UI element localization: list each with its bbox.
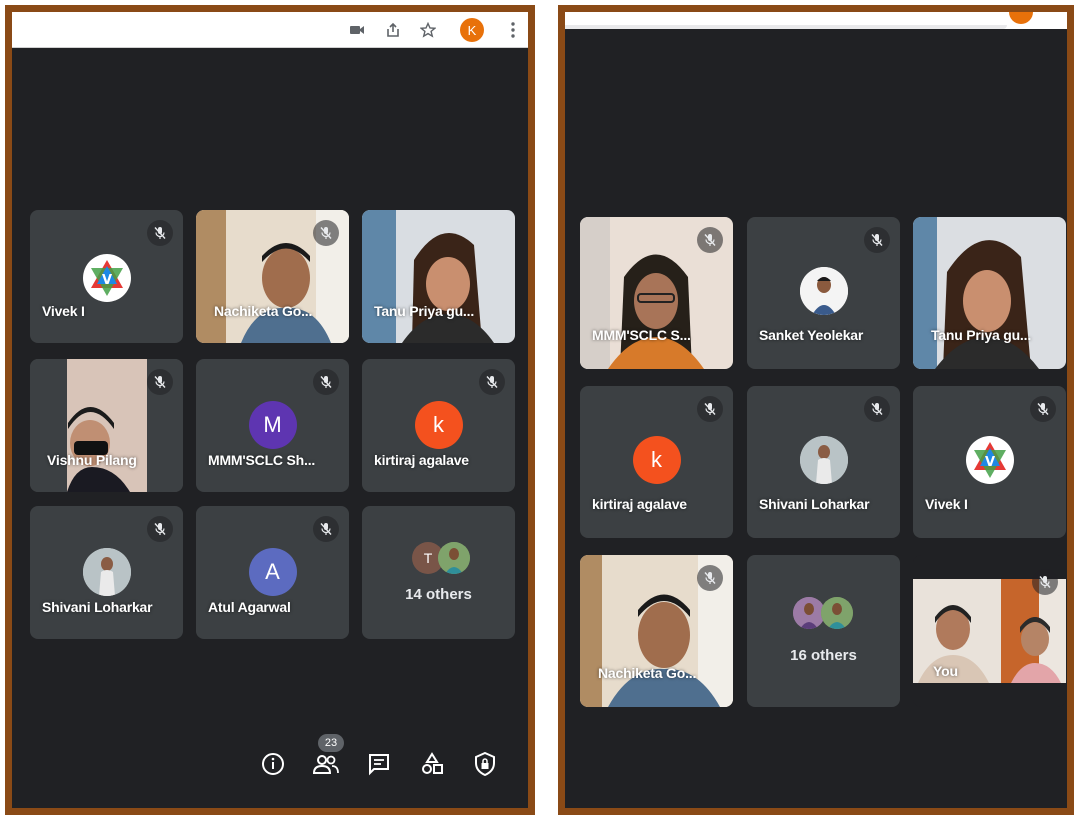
participant-name: Atul Agarwal <box>208 599 291 615</box>
participant-tile[interactable]: Tanu Priya gu... <box>362 210 515 343</box>
mic-off-icon <box>313 516 339 542</box>
mic-off-icon <box>147 369 173 395</box>
mic-off-icon <box>147 220 173 246</box>
avatar: A <box>248 548 297 596</box>
participant-tile[interactable]: k kirtiraj agalave <box>362 359 515 492</box>
others-count: 16 others <box>790 647 857 664</box>
participant-name: MMM'SCLC Sh... <box>208 452 316 468</box>
participant-tile[interactable]: Nachiketa Go... <box>580 555 733 707</box>
participant-name: Vishnu Pilang <box>47 452 137 468</box>
bookmark-star-icon[interactable] <box>418 20 438 40</box>
browser-toolbar <box>565 12 1067 29</box>
participant-name: kirtiraj agalave <box>374 452 469 468</box>
mic-off-icon <box>147 516 173 542</box>
others-count: 14 others <box>405 586 472 603</box>
participant-tile[interactable]: Nachiketa Go... <box>196 210 349 343</box>
host-controls-icon[interactable] <box>469 748 501 780</box>
participant-tile[interactable]: Shivani Loharkar <box>30 506 183 639</box>
avatar <box>438 542 470 574</box>
participant-name: Shivani Loharkar <box>42 599 153 615</box>
participant-tile[interactable]: Shivani Loharkar <box>747 386 900 538</box>
activities-icon[interactable] <box>416 748 448 780</box>
kebab-menu-icon[interactable] <box>503 20 523 40</box>
profile-avatar[interactable]: K <box>460 18 484 42</box>
participant-tile[interactable]: Sanket Yeolekar <box>747 217 900 369</box>
mic-off-icon <box>697 396 723 422</box>
video-feed <box>913 217 1066 369</box>
participant-tile[interactable]: k kirtiraj agalave <box>580 386 733 538</box>
mic-off-icon <box>313 369 339 395</box>
mic-off-icon <box>1032 569 1058 595</box>
avatar <box>821 597 853 629</box>
meeting-controls: 23 <box>12 728 528 808</box>
participant-tile[interactable]: V Vivek I <box>30 210 183 343</box>
participant-tile[interactable]: Vishnu Pilang <box>30 359 183 492</box>
mic-off-icon <box>697 227 723 253</box>
participant-name: Tanu Priya gu... <box>374 303 475 319</box>
svg-text:V: V <box>101 273 111 288</box>
participant-tile[interactable]: Tanu Priya gu... <box>913 217 1066 369</box>
mic-off-icon <box>864 227 890 253</box>
participant-name: MMM'SCLC S... <box>592 327 691 343</box>
participant-tile[interactable]: A Atul Agarwal <box>196 506 349 639</box>
others-tile[interactable]: 16 others <box>747 555 900 707</box>
participant-name: Nachiketa Go... <box>598 665 697 681</box>
svg-text:V: V <box>984 455 994 470</box>
mic-off-icon <box>864 396 890 422</box>
participant-name: Shivani Loharkar <box>759 496 870 512</box>
participant-name: Sanket Yeolekar <box>759 327 864 343</box>
avatar: M <box>248 401 297 449</box>
video-feed <box>362 210 515 343</box>
self-tile[interactable]: You <box>913 555 1066 707</box>
avatar: k <box>632 436 681 484</box>
camera-icon[interactable] <box>347 20 367 40</box>
people-icon[interactable]: 23 <box>310 734 344 780</box>
profile-avatar[interactable] <box>1009 12 1033 24</box>
mic-off-icon <box>697 565 723 591</box>
left-meet-window: K V Vivek I Nachiketa Go... Tanu Priya g… <box>5 5 535 815</box>
participant-name: Vivek I <box>925 496 968 512</box>
participant-tile[interactable]: M MMM'SCLC Sh... <box>196 359 349 492</box>
info-icon[interactable] <box>257 748 289 780</box>
participant-name: You <box>933 663 958 679</box>
share-icon[interactable] <box>383 20 403 40</box>
avatar <box>82 548 131 596</box>
avatar: k <box>414 401 463 449</box>
participant-tile[interactable]: MMM'SCLC S... <box>580 217 733 369</box>
mic-off-icon <box>313 220 339 246</box>
participant-count-badge: 23 <box>318 734 344 752</box>
others-tile[interactable]: T 14 others <box>362 506 515 639</box>
chat-icon[interactable] <box>363 748 395 780</box>
participant-name: kirtiraj agalave <box>592 496 687 512</box>
avatar <box>799 436 848 484</box>
mic-off-icon <box>1030 396 1056 422</box>
participant-name: Nachiketa Go... <box>214 303 313 319</box>
participant-name: Vivek I <box>42 303 85 319</box>
participant-tile[interactable]: V Vivek I <box>913 386 1066 538</box>
participant-name: Tanu Priya gu... <box>931 327 1032 343</box>
mic-off-icon <box>479 369 505 395</box>
browser-toolbar: K <box>12 12 528 48</box>
right-meet-window: MMM'SCLC S... Sanket Yeolekar Tanu Priya… <box>558 5 1074 815</box>
avatar: V <box>965 436 1014 484</box>
avatar <box>799 267 848 315</box>
avatar: V <box>82 254 131 302</box>
